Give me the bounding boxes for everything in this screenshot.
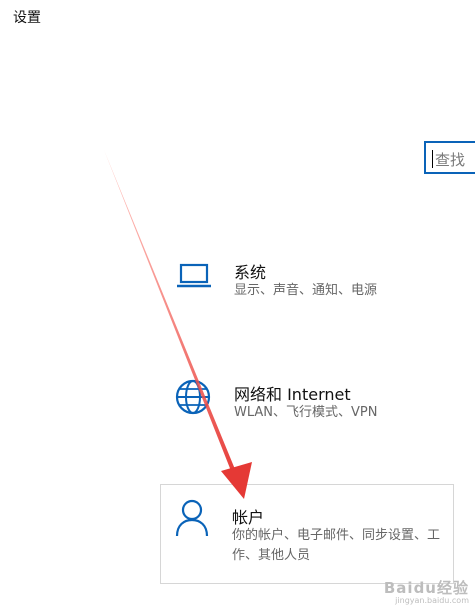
watermark-logo: Baidu经验 xyxy=(383,579,469,597)
app-title: 设置 xyxy=(13,10,41,26)
settings-item-network[interactable]: 网络和 Internet WLAN、飞行模式、VPN xyxy=(160,371,454,445)
watermark-url: jingyan.baidu.com xyxy=(395,596,469,605)
settings-item-accounts-desc: 你的帐户、电子邮件、同步设置、工作、其他人员 xyxy=(232,528,441,563)
search-caret xyxy=(432,150,433,168)
settings-item-network-desc: WLAN、飞行模式、VPN xyxy=(234,405,378,420)
laptop-icon xyxy=(177,263,211,288)
person-icon xyxy=(175,499,209,537)
search-box[interactable]: 查找 xyxy=(424,141,475,174)
search-placeholder: 查找 xyxy=(435,151,466,169)
settings-item-system[interactable]: 系统 显示、声音、通知、电源 xyxy=(160,246,454,316)
settings-item-accounts[interactable]: 帐户 你的帐户、电子邮件、同步设置、工作、其他人员 xyxy=(160,484,454,584)
settings-item-network-title: 网络和 Internet xyxy=(234,385,351,404)
settings-item-system-desc: 显示、声音、通知、电源 xyxy=(234,283,378,298)
globe-icon xyxy=(175,379,211,415)
watermark: Baidu经验 jingyan.baidu.com xyxy=(384,577,469,605)
settings-item-accounts-title: 帐户 xyxy=(232,508,265,527)
settings-item-system-title: 系统 xyxy=(234,263,267,282)
